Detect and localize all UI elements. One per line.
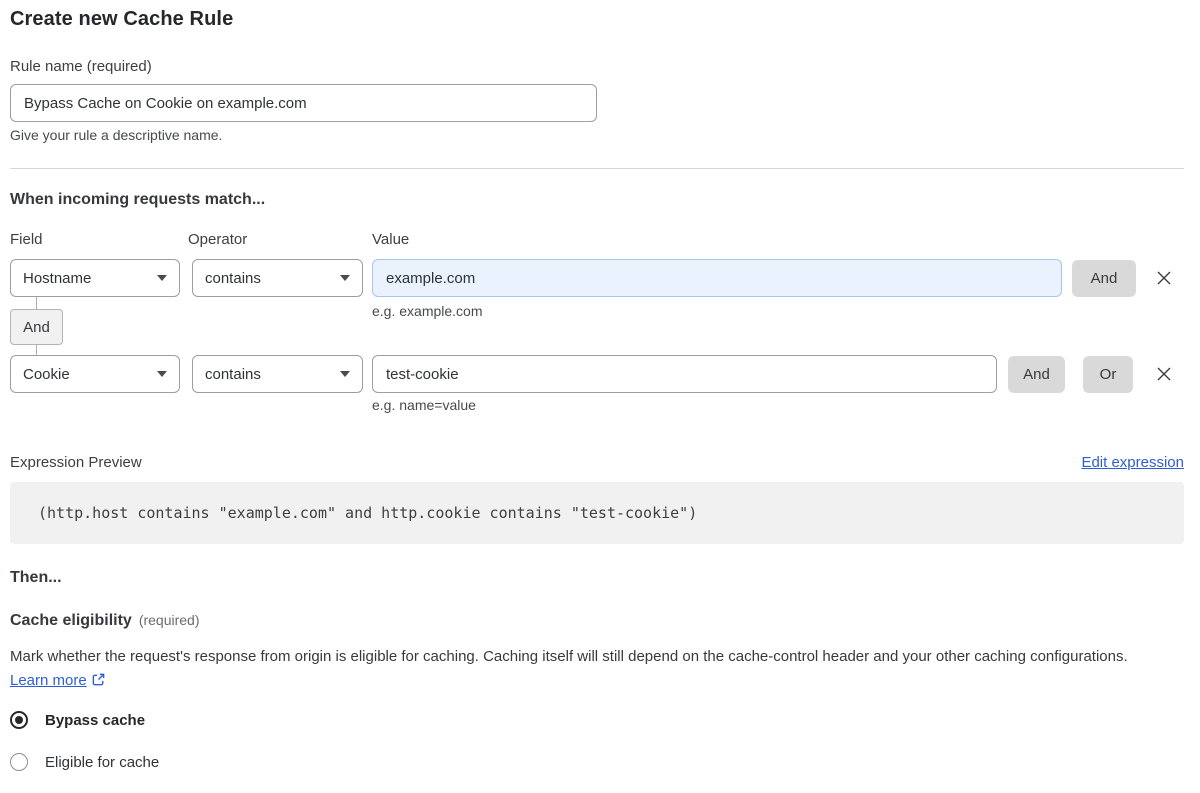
or-button-row2[interactable]: Or <box>1083 356 1133 393</box>
value-hint-row1: e.g. example.com <box>372 303 483 319</box>
and-button-row2[interactable]: And <box>1008 356 1065 393</box>
cache-eligibility-title: Cache eligibility <box>10 612 132 629</box>
operator-select-row1[interactable]: contains <box>192 259 363 297</box>
chevron-down-icon <box>340 275 350 281</box>
operator-select-row1-value: contains <box>205 269 261 287</box>
eligibility-description: Mark whether the request's response from… <box>10 645 1160 693</box>
field-select-row2-value: Cookie <box>23 365 70 383</box>
value-column-label: Value <box>372 231 410 248</box>
chevron-down-icon <box>157 371 167 377</box>
operator-select-row2-value: contains <box>205 365 261 383</box>
page-title: Create new Cache Rule <box>10 8 234 30</box>
cache-eligibility-heading: Cache eligibility (required) <box>10 612 200 630</box>
section-divider <box>10 168 1184 169</box>
rule-name-label: Rule name (required) <box>10 58 152 75</box>
and-button-row1[interactable]: And <box>1072 260 1136 297</box>
connector-and-chip[interactable]: And <box>10 309 63 345</box>
close-icon <box>1157 367 1171 381</box>
create-cache-rule-page: Create new Cache Rule Rule name (require… <box>0 0 1200 793</box>
radio-unselected-icon[interactable] <box>10 753 28 771</box>
expression-preview-label: Expression Preview <box>10 454 142 471</box>
chevron-down-icon <box>340 371 350 377</box>
expression-code: (http.host contains "example.com" and ht… <box>38 504 698 522</box>
radio-option-eligible-for-cache[interactable]: Eligible for cache <box>10 753 159 771</box>
value-input-row1[interactable] <box>372 259 1062 297</box>
chevron-down-icon <box>157 275 167 281</box>
field-select-row1-value: Hostname <box>23 269 92 287</box>
field-select-row2[interactable]: Cookie <box>10 355 180 393</box>
operator-column-label: Operator <box>188 231 248 248</box>
match-section-heading: When incoming requests match... <box>10 191 266 208</box>
rule-name-helper: Give your rule a descriptive name. <box>10 127 223 143</box>
field-column-label: Field <box>10 231 43 248</box>
radio-selected-icon[interactable] <box>10 711 28 729</box>
operator-select-row2[interactable]: contains <box>192 355 363 393</box>
then-heading: Then... <box>10 569 62 586</box>
learn-more-link[interactable]: Learn more <box>10 672 87 689</box>
radio-label: Bypass cache <box>45 711 146 729</box>
value-input-row2[interactable] <box>372 355 997 393</box>
field-select-row1[interactable]: Hostname <box>10 259 180 297</box>
remove-row1-button[interactable] <box>1152 267 1176 291</box>
expression-code-block: (http.host contains "example.com" and ht… <box>10 482 1184 544</box>
radio-label: Eligible for cache <box>45 753 160 771</box>
close-icon <box>1157 271 1171 285</box>
remove-row2-button[interactable] <box>1152 363 1176 387</box>
edit-expression-link[interactable]: Edit expression <box>1081 454 1184 471</box>
rule-name-input[interactable] <box>10 84 597 122</box>
required-note: (required) <box>138 612 200 628</box>
radio-option-bypass-cache[interactable]: Bypass cache <box>10 711 145 729</box>
external-link-icon <box>92 673 105 686</box>
value-hint-row2: e.g. name=value <box>372 397 476 413</box>
eligibility-description-text: Mark whether the request's response from… <box>10 648 1128 665</box>
